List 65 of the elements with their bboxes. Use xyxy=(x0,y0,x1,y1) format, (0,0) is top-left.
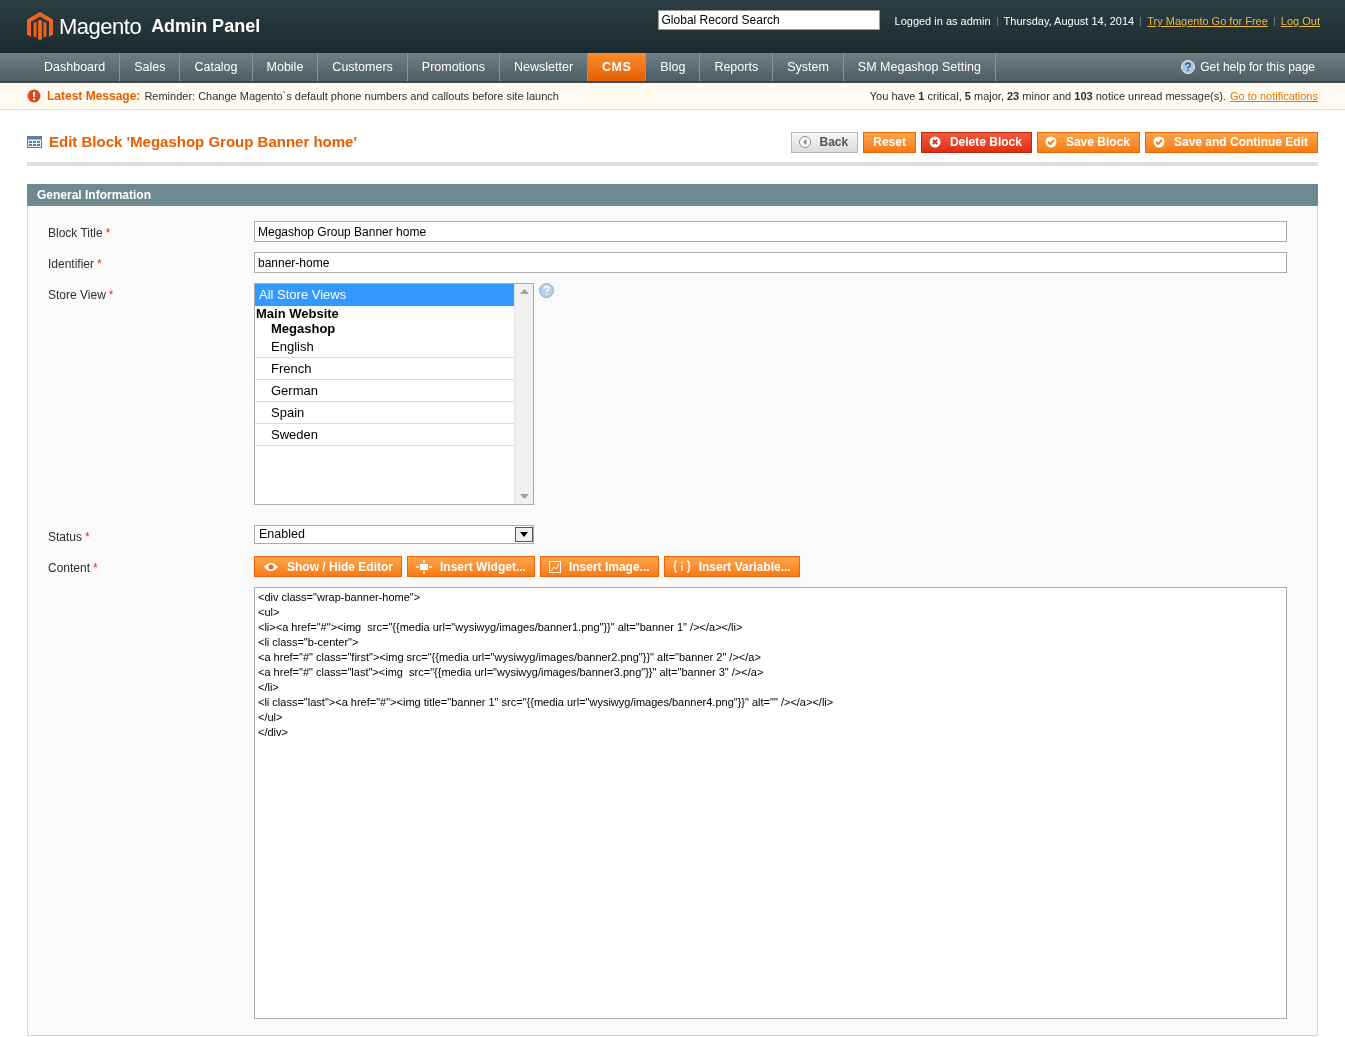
logo-subtitle: Admin Panel xyxy=(151,15,261,38)
widget-icon xyxy=(416,559,432,574)
list-option[interactable]: English xyxy=(255,336,514,358)
field-label: Identifier xyxy=(48,256,95,273)
content-editor[interactable]: <div class="wrap-banner-home"> <ul> <li><a href="#"><img src="{{media url="wysiwyg/images/banner1.png"}}" alt="banner 1" /></a></li> <li class="b-center"> <a href="#" class="first"><img src="{{media url="wysiwyg/images/banner2.png"}}" alt="banner 2" /></a> <a href="#" class="last"><img src="{{media url="wysiwyg/images/banner3.png"}}" alt="banner 3" /></a> </li> <li class="last"><a href="#"><img title="banner 1" src="{{media url="wysiwyg/images/banner4.png"}}" alt="" /></a></li> </ul> </div> xyxy=(254,587,1287,1019)
store-view-list[interactable]: All Store Views Main Website Megashop English French German Spain Sweden xyxy=(254,283,534,505)
list-option[interactable]: German xyxy=(255,380,514,402)
variable-icon xyxy=(672,560,691,573)
header-link[interactable]: Log Out xyxy=(1280,13,1320,30)
nav-tab[interactable]: Mobile xyxy=(252,53,319,81)
warning-icon xyxy=(27,89,41,103)
nav-tab[interactable]: SM Megashop Setting xyxy=(843,53,996,81)
nav-tab[interactable]: Reports xyxy=(700,53,774,81)
required-mark: * xyxy=(105,225,111,242)
text-field[interactable]: banner-home xyxy=(254,252,1287,273)
list-option[interactable]: All Store Views xyxy=(255,284,514,306)
logo-text: Magento xyxy=(59,13,142,41)
grid-icon xyxy=(27,136,42,148)
eye-icon xyxy=(263,561,279,572)
header-link[interactable]: Try Magento Go for Free xyxy=(1147,13,1268,30)
list-option[interactable]: Spain xyxy=(255,402,514,424)
field-label: Content xyxy=(48,560,91,577)
section-header: General Information xyxy=(27,184,1318,206)
required-mark: * xyxy=(93,560,98,577)
notifications-link[interactable]: Go to notifications xyxy=(1229,87,1318,105)
option-group-label: Main Website xyxy=(255,306,340,321)
notice-text: You have 1 critical, 5 major, 23 minor and 103 notice unread message(s). xyxy=(869,88,1226,104)
nav-tab[interactable]: Catalog xyxy=(180,53,253,81)
scrollbar[interactable] xyxy=(514,284,533,504)
status-dropdown[interactable]: Enabled xyxy=(254,525,534,544)
nav-tab[interactable]: Customers xyxy=(318,53,408,81)
nav-tab[interactable]: Blog xyxy=(646,53,701,81)
close-icon xyxy=(928,136,941,148)
nav-tab[interactable]: Dashboard xyxy=(30,53,121,81)
image-icon xyxy=(548,560,561,573)
search-field[interactable]: Global Record Search xyxy=(657,10,880,30)
scroll-up-arrow-icon[interactable] xyxy=(519,289,529,294)
scroll-down-arrow-icon[interactable] xyxy=(519,494,529,499)
nav-tab[interactable]: System xyxy=(773,53,844,81)
list-option[interactable]: French xyxy=(255,358,514,380)
logo-icon xyxy=(27,11,53,42)
action-button[interactable]: Delete Block xyxy=(920,131,1032,153)
required-mark: * xyxy=(97,256,102,273)
checkmark-icon xyxy=(1044,136,1057,148)
list-option[interactable]: Sweden xyxy=(255,424,514,446)
action-button[interactable]: Back xyxy=(790,131,859,153)
field-label: Store View xyxy=(48,287,106,304)
page-title: Edit Block 'Megashop Group Banner home' xyxy=(49,131,357,152)
text-field[interactable]: Megashop Group Banner home xyxy=(254,221,1287,242)
date-text: Thursday, August 14, 2014 xyxy=(1003,14,1135,29)
message-text: Reminder: Change Magento`s default phone numbers and callouts before site launch xyxy=(144,88,559,104)
required-mark: * xyxy=(108,287,114,304)
required-mark: * xyxy=(85,529,90,546)
help-icon xyxy=(1181,60,1196,74)
field-label: Block Title xyxy=(48,225,103,242)
nav-tab[interactable]: CMS xyxy=(588,53,647,81)
option-group-label: Megashop xyxy=(270,321,337,336)
nav-tab[interactable]: Promotions xyxy=(407,53,501,81)
message-label: Latest Message: xyxy=(47,88,141,105)
help-icon[interactable] xyxy=(539,283,554,298)
nav-tab[interactable]: Sales xyxy=(120,53,181,81)
field-label: Status xyxy=(48,529,83,546)
help-link[interactable]: Get help for this page xyxy=(1200,58,1315,76)
user-text: Logged in as admin xyxy=(894,14,991,29)
checkmark-icon xyxy=(1153,136,1165,148)
